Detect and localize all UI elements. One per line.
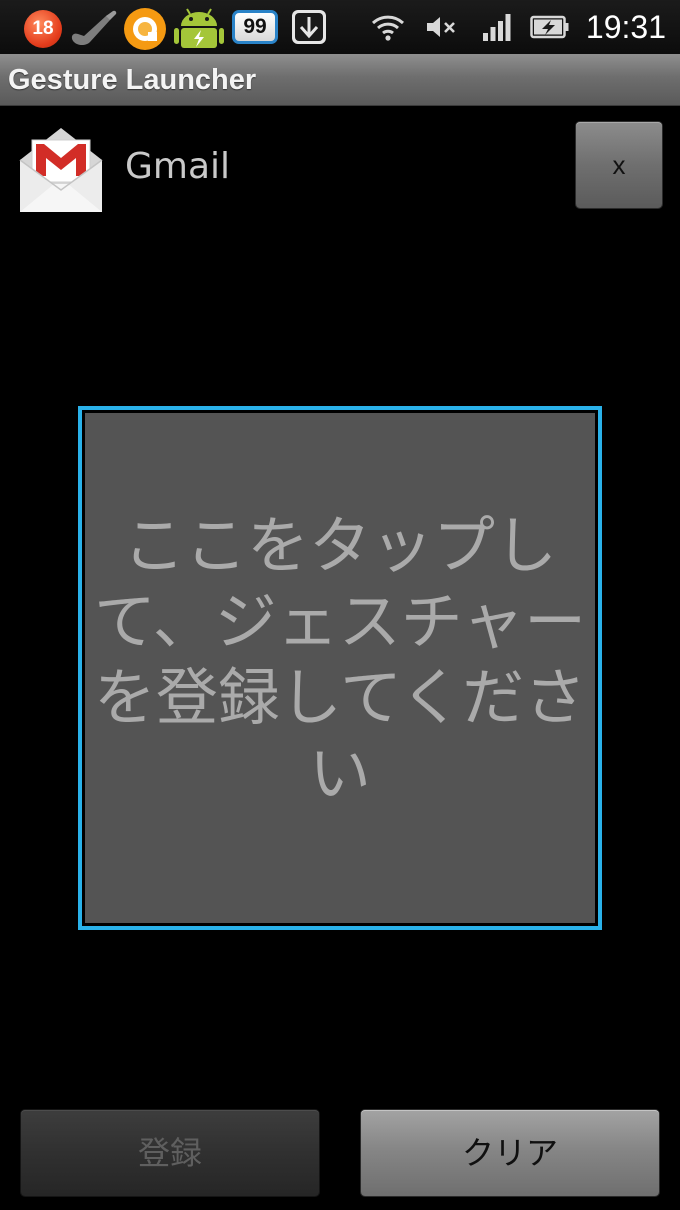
phone-icon <box>71 10 117 46</box>
gesture-canvas[interactable]: ここをタップして、ジェスチャーを登録してください <box>85 413 595 923</box>
gmail-icon <box>19 128 103 212</box>
android-charging-icon <box>174 8 224 48</box>
wifi-icon <box>371 15 405 41</box>
gesture-input-area[interactable]: ここをタップして、ジェスチャーを登録してください <box>78 406 602 930</box>
status-clock: 19:31 <box>585 9 666 45</box>
close-button[interactable]: x <box>576 122 662 208</box>
signal-icon <box>483 14 511 41</box>
notification-count-icon: 18 <box>24 10 62 48</box>
battery-charging-icon <box>530 15 569 39</box>
app-screen: 18 99 19:31 Gesture Launcher Gmail x ここを… <box>0 0 680 1210</box>
count-badge-icon: 99 <box>232 10 278 44</box>
title-bar: Gesture Launcher <box>0 54 680 106</box>
register-button[interactable]: 登録 <box>21 1110 319 1196</box>
download-icon <box>292 10 326 44</box>
orange-ring-icon <box>124 8 166 50</box>
gesture-hint-text: ここをタップして、ジェスチャーを登録してください <box>93 509 587 810</box>
selected-app-row: Gmail x <box>0 118 680 218</box>
clear-button[interactable]: クリア <box>361 1110 659 1196</box>
mute-icon <box>427 17 455 37</box>
status-bar: 18 99 19:31 <box>0 0 680 54</box>
app-title: Gesture Launcher <box>8 64 257 96</box>
app-name: Gmail <box>125 146 231 187</box>
